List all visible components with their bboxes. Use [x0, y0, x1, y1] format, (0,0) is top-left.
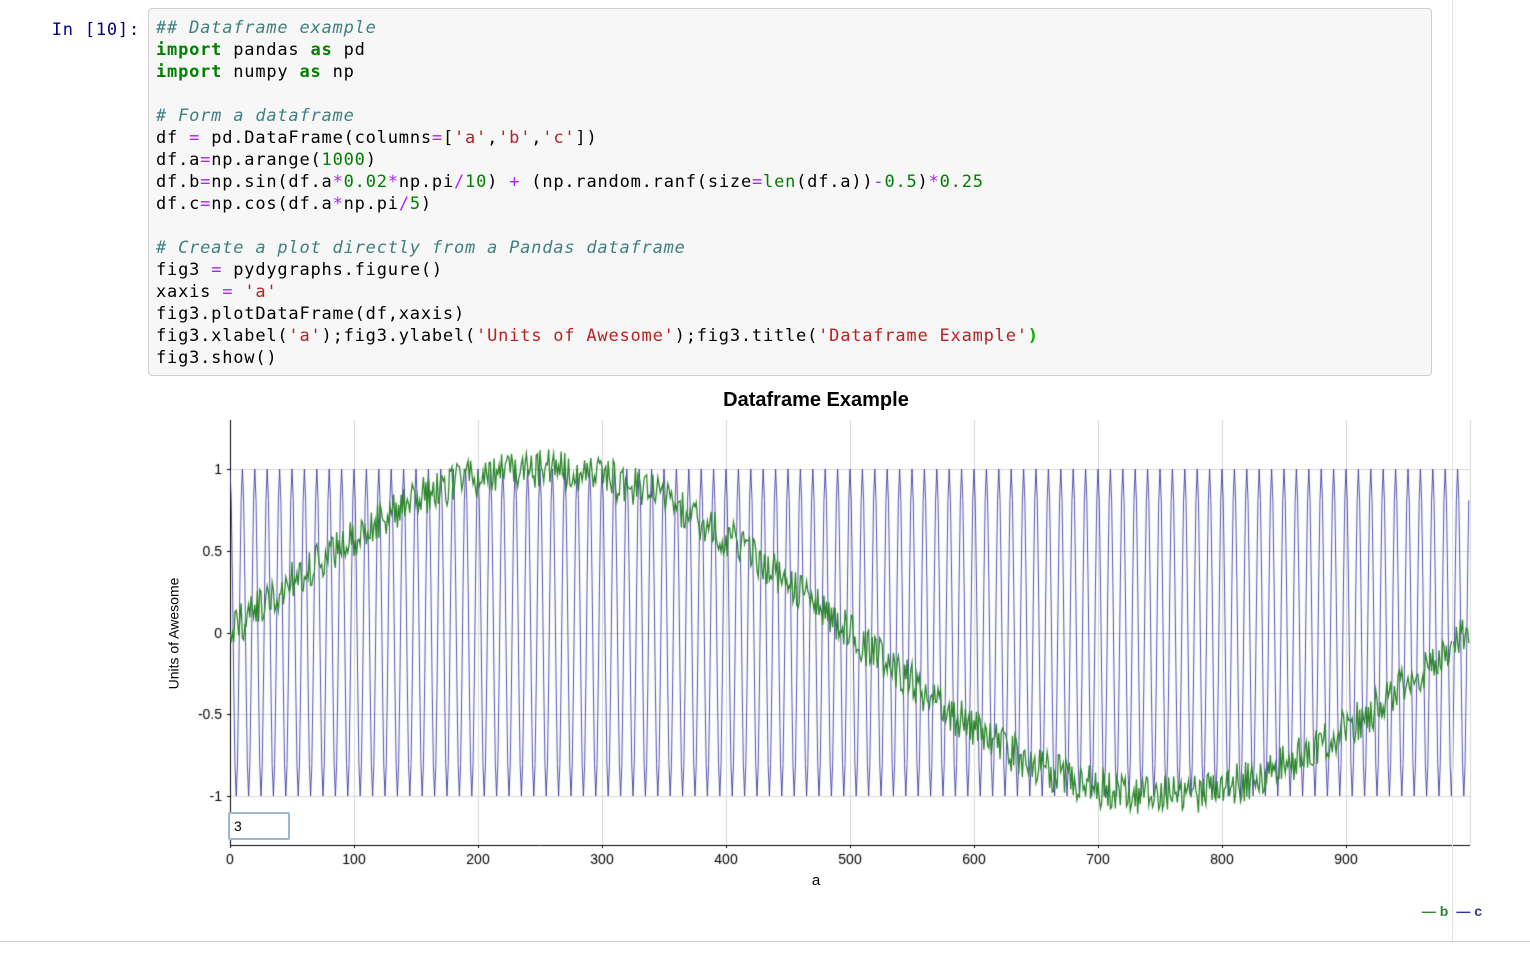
legend-b: — b: [1421, 903, 1449, 919]
cell-bottom-border: [0, 941, 1530, 942]
chart-title: Dataframe Example: [723, 389, 909, 411]
cell-right-border: [1452, 0, 1453, 941]
notebook-page: { "notebook": { "prompt": "In [10]:", "c…: [0, 0, 1530, 972]
legend-c: — c: [1456, 903, 1482, 919]
x-axis-label: a: [811, 872, 821, 889]
plot-canvas[interactable]: [160, 420, 1472, 875]
chart-output: Dataframe Example Units of Awesome a — b…: [160, 385, 1482, 945]
code-cell[interactable]: ## Dataframe example import pandas as pd i…: [148, 8, 1432, 376]
roll-period-input[interactable]: [228, 812, 290, 840]
code-editor[interactable]: ## Dataframe example import pandas as pd i…: [156, 17, 1424, 369]
cell-prompt: In [10]:: [51, 20, 140, 40]
chart-legend: — b — c: [1414, 903, 1482, 919]
